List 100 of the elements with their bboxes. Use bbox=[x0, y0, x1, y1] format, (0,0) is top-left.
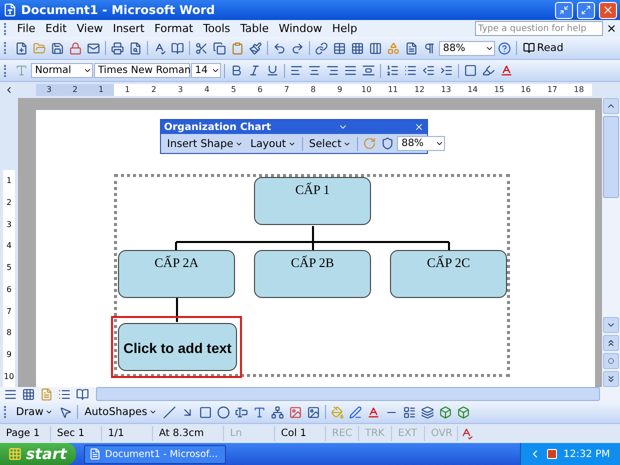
caret-icon bbox=[211, 66, 220, 75]
scroll-up-button[interactable] bbox=[603, 98, 619, 114]
lock-icon[interactable] bbox=[67, 40, 84, 56]
circle-icon bbox=[608, 358, 614, 364]
ruler-number: 7 bbox=[5, 306, 13, 318]
line-icon[interactable] bbox=[161, 404, 178, 420]
border-icon[interactable] bbox=[462, 62, 479, 79]
ruler-number: 14 bbox=[466, 84, 479, 96]
spelling-status-icon bbox=[460, 427, 473, 440]
scroll-thumb[interactable] bbox=[603, 116, 619, 198]
next-page-button[interactable] bbox=[603, 371, 619, 387]
caret-icon bbox=[83, 66, 92, 75]
taskbar-button[interactable]: Document1 - Microsof... bbox=[84, 444, 226, 464]
double-down-arrow-icon bbox=[606, 374, 616, 384]
restore-button[interactable] bbox=[577, 2, 595, 18]
status-indicator: REC bbox=[328, 426, 359, 441]
status-field: 1/1 bbox=[104, 426, 153, 441]
ruler-number: 9 bbox=[5, 348, 13, 361]
previous-page-button[interactable] bbox=[603, 335, 619, 351]
status-field: Col 1 bbox=[277, 426, 326, 441]
ruler-number: 17 bbox=[546, 84, 558, 96]
caret-icon bbox=[149, 408, 158, 416]
ruler-number: 1 bbox=[5, 175, 13, 188]
minimize-button[interactable] bbox=[555, 2, 573, 18]
ruler-number: 6 bbox=[256, 84, 264, 96]
menu-item[interactable]: Table bbox=[235, 22, 274, 35]
oval-icon[interactable] bbox=[215, 404, 232, 420]
ruler-number: 8 bbox=[5, 327, 13, 340]
read-button[interactable]: Read bbox=[520, 42, 566, 54]
status-indicator: TRK bbox=[361, 426, 392, 441]
menu-item[interactable]: Tools bbox=[198, 22, 236, 35]
ruler-number: 3 bbox=[5, 218, 13, 231]
caret-icon bbox=[45, 408, 54, 416]
menu-item[interactable]: Insert bbox=[108, 22, 150, 35]
ruler-number: 1 bbox=[124, 84, 131, 96]
status-field: Page 1 bbox=[2, 426, 51, 441]
clock: 12:32 PM bbox=[563, 448, 610, 460]
toolbar-button[interactable]: Select bbox=[306, 138, 354, 150]
double-up-arrow-icon bbox=[606, 338, 616, 348]
status-field: At 8.3cm bbox=[155, 426, 224, 441]
paintbrush-icon[interactable] bbox=[247, 40, 264, 56]
ruler-number: 3 bbox=[45, 84, 53, 96]
style-dropdown[interactable]: Normal bbox=[31, 63, 93, 78]
help-search-field[interactable]: Type a question for help bbox=[475, 21, 603, 36]
status-indicator: EXT bbox=[394, 426, 425, 441]
ruler-number: 15 bbox=[493, 84, 506, 96]
window-title: Document1 - Microsoft Word bbox=[21, 3, 216, 17]
ruler-number: 10 bbox=[360, 84, 372, 96]
menu-item[interactable]: Edit bbox=[40, 22, 72, 35]
printer-icon[interactable] bbox=[109, 40, 126, 56]
ruler-number: 11 bbox=[386, 84, 399, 96]
menu-item[interactable]: View bbox=[72, 22, 108, 35]
org-chart-node[interactable]: CẤP 2C bbox=[390, 250, 507, 298]
org-chart-node[interactable]: CẤP 2B bbox=[254, 250, 371, 298]
ruler-number: 13 bbox=[440, 84, 452, 96]
org-chart-node[interactable]: CẤP 2A bbox=[118, 250, 235, 298]
menu-item[interactable]: Help bbox=[327, 22, 362, 35]
toolbar-button[interactable]: Layout bbox=[247, 138, 300, 150]
diagram-icon[interactable] bbox=[269, 404, 286, 420]
ruler-number: 6 bbox=[5, 284, 13, 296]
ruler-number: 2 bbox=[71, 84, 79, 96]
toolbar-title: Organization Chart bbox=[164, 122, 272, 132]
menu-item[interactable]: Format bbox=[149, 22, 198, 35]
draw-menu-button[interactable]: Draw bbox=[13, 406, 56, 418]
horizontal-scrollbar[interactable] bbox=[96, 387, 600, 401]
help-icon[interactable] bbox=[496, 40, 513, 56]
select-browse-object-button[interactable] bbox=[603, 353, 619, 369]
ruler-number: 9 bbox=[336, 84, 344, 96]
scroll-down-button[interactable] bbox=[603, 317, 619, 333]
org-chart-node[interactable]: CẤP 1 bbox=[254, 177, 371, 225]
close-button[interactable] bbox=[599, 2, 617, 18]
ruler-number: 1 bbox=[97, 84, 105, 96]
status-indicator: OVR bbox=[427, 426, 458, 441]
link-icon[interactable] bbox=[313, 40, 330, 56]
font-size-dropdown[interactable]: 14 bbox=[191, 63, 221, 78]
close-icon bbox=[602, 4, 614, 16]
autoshapes-menu-button[interactable]: AutoShapes bbox=[81, 406, 160, 418]
restore-icon bbox=[581, 5, 591, 15]
copy-icon[interactable] bbox=[211, 40, 228, 56]
ruler-number: 16 bbox=[520, 84, 532, 96]
tray-app-icon[interactable] bbox=[546, 448, 558, 460]
word-document-icon bbox=[3, 3, 17, 17]
zoom-dropdown[interactable]: 88% bbox=[397, 136, 446, 151]
org-chart-node[interactable]: Click to add text bbox=[118, 323, 237, 371]
document-icon bbox=[89, 448, 101, 460]
status-field: Sec 1 bbox=[53, 426, 102, 441]
menu-item[interactable]: File bbox=[12, 22, 40, 35]
zoom-dropdown[interactable]: 88% bbox=[439, 40, 495, 56]
ruler-number: 2 bbox=[150, 84, 158, 96]
menu-item[interactable]: Window bbox=[274, 22, 328, 35]
fill-color-icon[interactable] bbox=[329, 404, 346, 420]
ruler-number: 2 bbox=[5, 197, 13, 210]
toolbar-button[interactable]: Insert Shape bbox=[164, 138, 246, 150]
ruler-number: 7 bbox=[283, 84, 290, 96]
caret-icon bbox=[435, 139, 444, 148]
line-color-icon[interactable] bbox=[347, 404, 364, 420]
ruler-number: 5 bbox=[230, 84, 238, 96]
font-dropdown[interactable]: Times New Roman bbox=[94, 63, 190, 78]
ruler-number: 10 bbox=[3, 370, 15, 383]
book-icon bbox=[523, 42, 535, 54]
